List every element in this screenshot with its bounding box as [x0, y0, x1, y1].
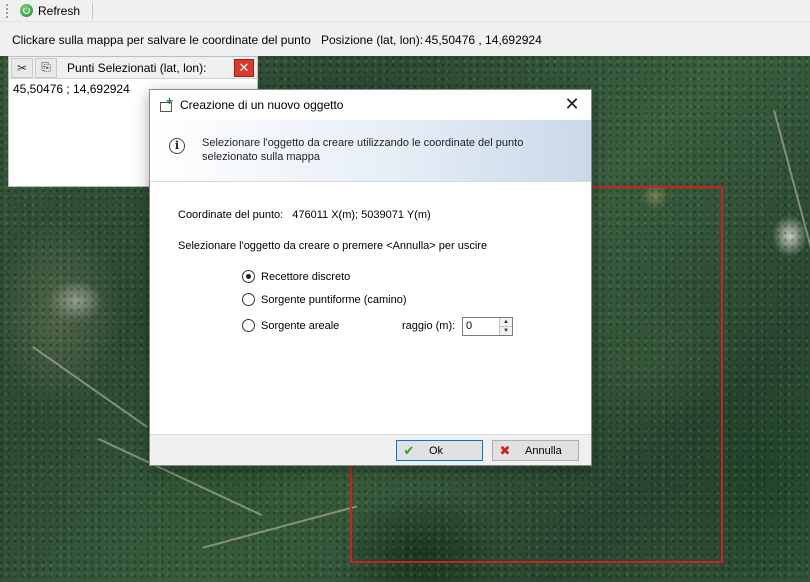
toolbar: Refresh	[0, 0, 810, 22]
toolbar-separator	[92, 2, 94, 19]
dialog-title: Creazione di un nuovo oggetto	[180, 98, 344, 112]
banner-text: Selezionare l'oggetto da creare utilizza…	[202, 137, 524, 163]
map-road	[32, 346, 148, 428]
prompt-text: Selezionare l'oggetto da creare o premer…	[178, 240, 488, 252]
refresh-icon	[20, 4, 33, 17]
map-road	[773, 110, 810, 304]
scissors-icon: ✂	[16, 60, 28, 75]
toolbar-grip[interactable]	[6, 3, 10, 18]
dialog-close-button[interactable]: ✕	[563, 95, 581, 113]
cut-button[interactable]: ✂	[11, 57, 33, 78]
dialog-titlebar[interactable]: Creazione di un nuovo oggetto ✕	[150, 90, 591, 120]
stepper-up-icon[interactable]: ▲	[500, 318, 512, 327]
radio-sorgente-areale[interactable]: Sorgente areale	[242, 319, 339, 332]
coordinates-label: Coordinate del punto:	[178, 209, 284, 221]
radio-label: Sorgente areale	[261, 319, 340, 332]
copy-button[interactable]: ⎘	[35, 57, 57, 78]
cancel-label: Annulla	[525, 444, 562, 457]
raggio-label: raggio (m):	[402, 320, 456, 332]
new-object-icon	[158, 94, 174, 113]
raggio-input[interactable]: 0	[463, 318, 499, 335]
radio-recettore-discreto[interactable]: Recettore discreto	[242, 270, 350, 283]
coordinates-line: Coordinate del punto: 476011 X(m); 50390…	[178, 209, 437, 221]
close-icon: ✕	[238, 59, 250, 75]
points-panel-header: ✂ ⎘ Punti Selezionati (lat, lon): ✕	[9, 57, 257, 79]
ok-button[interactable]: ✔ Ok	[396, 440, 483, 461]
dialog-banner: i Selezionare l'oggetto da creare utiliz…	[150, 120, 591, 182]
new-object-dialog: Creazione di un nuovo oggetto ✕ i Selezi…	[149, 89, 592, 466]
status-bar: Clickare sulla mappa per salvare le coor…	[0, 22, 810, 56]
cancel-icon: ✖	[499, 442, 511, 458]
radio-button[interactable]	[242, 319, 255, 332]
raggio-stepper[interactable]: 0 ▲ ▼	[462, 317, 513, 336]
coordinates-value: 476011 X(m); 5039071 Y(m)	[292, 209, 431, 221]
position-value: 45,50476 , 14,692924	[425, 33, 542, 47]
radio-sorgente-puntiforme[interactable]: Sorgente puntiforme (camino)	[242, 293, 407, 306]
dialog-footer: ✔ Ok ✖ Annulla	[150, 434, 591, 465]
dialog-body: Coordinate del punto: 476011 X(m); 50390…	[150, 182, 591, 434]
refresh-label: Refresh	[38, 3, 81, 18]
position-label: Posizione (lat, lon):	[321, 33, 424, 47]
status-message: Clickare sulla mappa per salvare le coor…	[12, 33, 311, 47]
check-icon: ✔	[403, 442, 415, 458]
points-panel-close-button[interactable]: ✕	[234, 58, 254, 77]
cancel-button[interactable]: ✖ Annulla	[492, 440, 579, 461]
stepper-down-icon[interactable]: ▼	[500, 327, 512, 335]
points-panel-title: Punti Selezionati (lat, lon):	[67, 60, 207, 75]
refresh-button[interactable]: Refresh	[16, 1, 84, 21]
ok-label: Ok	[429, 444, 444, 457]
radio-button[interactable]	[242, 293, 255, 306]
info-icon: i	[169, 138, 185, 154]
stepper-buttons: ▲ ▼	[499, 318, 512, 335]
radio-label: Sorgente puntiforme (camino)	[261, 293, 407, 306]
radio-button-checked[interactable]	[242, 270, 255, 283]
map-road	[202, 505, 358, 549]
copy-icon: ⎘	[41, 60, 51, 74]
radio-label: Recettore discreto	[261, 270, 351, 283]
